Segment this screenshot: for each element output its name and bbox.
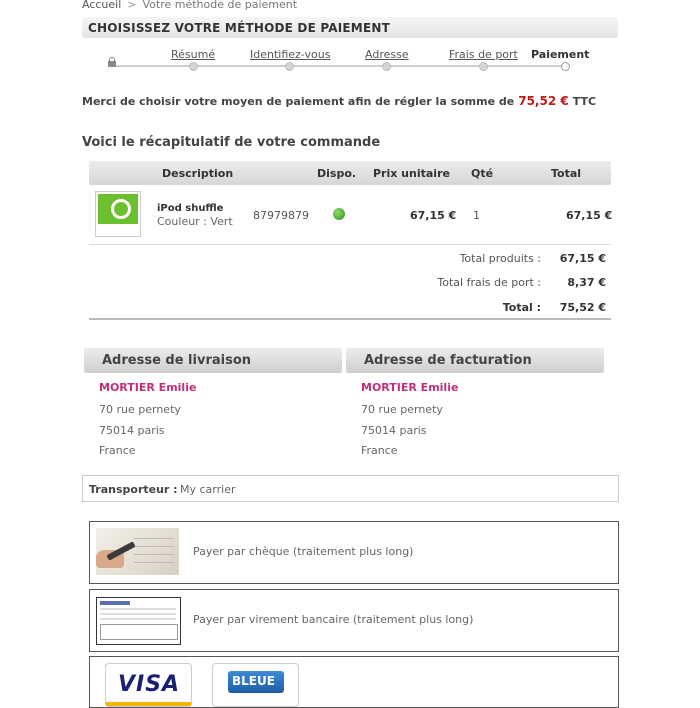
step-address-link[interactable]: Adresse [365, 48, 409, 61]
step-dot [189, 62, 198, 71]
ipod-image [98, 194, 138, 224]
step-payment: Paiement [531, 48, 590, 61]
total-shipping-label: Total frais de port : [437, 276, 541, 289]
billing-address-header: Adresse de facturation [346, 348, 604, 373]
step-dot [285, 62, 294, 71]
product-quantity: 1 [473, 209, 480, 222]
header-description: Description [162, 167, 234, 180]
page-title: CHOISISSEZ VOTRE MÉTHODE DE PAIEMENT [88, 21, 390, 35]
delivery-country: France [99, 444, 136, 457]
lock-icon [108, 57, 116, 67]
total-products-label: Total produits : [459, 252, 541, 265]
billing-street: 70 rue pernety [361, 403, 443, 416]
visa-logo-icon[interactable]: VISA [105, 663, 192, 707]
header-unit-price: Prix unitaire [373, 167, 450, 180]
total-shipping-value: 8,37 € [567, 276, 606, 289]
delivery-name: MORTIER Emilie [99, 381, 197, 394]
billing-name: MORTIER Emilie [361, 381, 459, 394]
breadcrumb: Accueil > Votre méthode de paiement [82, 0, 297, 11]
billing-address-title: Adresse de facturation [364, 353, 532, 368]
breadcrumb-home-link[interactable]: Accueil [82, 0, 121, 11]
product-reference: 87979879 [253, 209, 309, 222]
payment-amount: 75,52 € [518, 94, 569, 108]
billing-city: 75014 paris [361, 424, 427, 437]
cheque-icon[interactable] [96, 528, 179, 575]
delivery-address-title: Adresse de livraison [102, 353, 252, 368]
order-summary-title: Voici le récapitulatif de votre commande [82, 135, 381, 150]
table-divider [89, 244, 611, 245]
billing-country: France [361, 444, 398, 457]
checkout-steps-line [110, 65, 566, 67]
product-thumbnail[interactable] [95, 191, 141, 237]
header-total: Total [551, 167, 582, 180]
payment-bank-wire-label[interactable]: Payer par virement bancaire (traitement … [193, 613, 473, 626]
product-unit-price: 67,15 € [410, 209, 457, 222]
carrier-label: Transporteur : [89, 483, 178, 496]
breadcrumb-current: Votre méthode de paiement [142, 0, 298, 11]
header-qty: Qté [471, 167, 494, 180]
header-dispo: Dispo. [317, 167, 357, 180]
page-title-bar: CHOISISSEZ VOTRE MÉTHODE DE PAIEMENT [82, 17, 618, 38]
delivery-city: 75014 paris [99, 424, 165, 437]
payment-message: Merci de choisir votre moyen de paiement… [82, 94, 596, 108]
carrier-box: Transporteur : My carrier [82, 475, 619, 502]
total-value: 75,52 € [559, 301, 606, 314]
step-address[interactable]: Adresse [365, 48, 409, 61]
carte-bleue-logo-text: BLEUE [232, 674, 275, 688]
total-label: Total : [502, 301, 541, 314]
carrier-value: My carrier [180, 483, 236, 496]
table-bottom-border [89, 318, 611, 320]
product-name[interactable]: iPod shuffle [157, 203, 223, 214]
delivery-address-header: Adresse de livraison [84, 348, 342, 373]
payment-cheque-label[interactable]: Payer par chèque (traitement plus long) [193, 545, 413, 558]
payment-amount-suffix: TTC [572, 95, 597, 108]
delivery-street: 70 rue pernety [99, 403, 181, 416]
step-summary[interactable]: Résumé [171, 48, 215, 61]
product-total: 67,15 € [566, 209, 613, 222]
payment-message-text: Merci de choisir votre moyen de paiement… [82, 95, 515, 108]
step-dot [479, 62, 488, 71]
step-dot [382, 62, 391, 71]
breadcrumb-separator: > [127, 0, 137, 11]
step-login-link[interactable]: Identifiez-vous [250, 48, 330, 61]
step-shipping-link[interactable]: Frais de port [449, 48, 518, 61]
step-dot-current [561, 62, 570, 71]
step-login[interactable]: Identifiez-vous [250, 48, 330, 61]
step-shipping[interactable]: Frais de port [449, 48, 518, 61]
carte-bleue-logo-icon[interactable]: BLEUE [212, 663, 299, 707]
visa-logo-text: VISA [118, 672, 181, 697]
bank-transfer-icon[interactable] [96, 597, 181, 645]
total-products-value: 67,15 € [559, 252, 606, 265]
step-summary-link[interactable]: Résumé [171, 48, 215, 61]
product-attributes: Couleur : Vert [157, 215, 233, 228]
in-stock-icon [333, 208, 345, 220]
